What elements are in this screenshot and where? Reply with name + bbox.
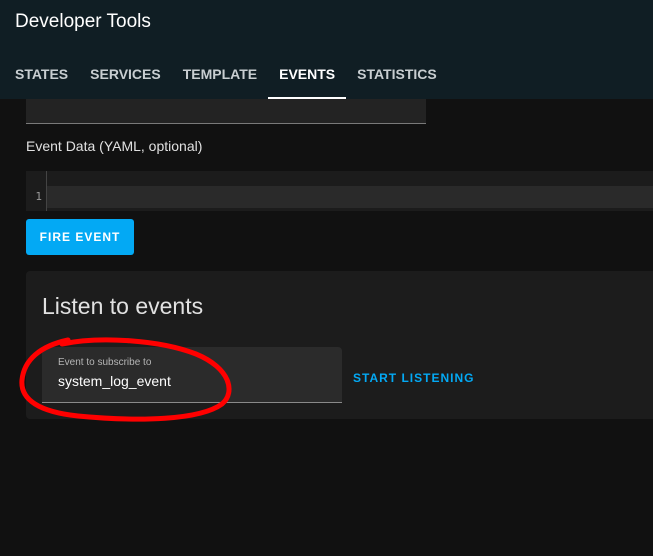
event-subscribe-field[interactable]: Event to subscribe to [42,347,342,403]
event-subscribe-input[interactable] [58,373,328,389]
page-title: Developer Tools [15,11,151,32]
main-content: Event Data (YAML, optional) 1 FIRE EVENT… [0,99,653,556]
event-subscribe-label: Event to subscribe to [58,357,152,368]
tab-events[interactable]: EVENTS [268,48,347,99]
tab-statistics[interactable]: STATISTICS [346,48,448,99]
tab-services[interactable]: SERVICES [79,48,172,99]
event-data-label: Event Data (YAML, optional) [26,138,203,154]
tab-states[interactable]: STATES [0,48,79,99]
line-number: 1 [35,190,42,203]
tab-bar: STATES SERVICES TEMPLATE EVENTS STATISTI… [0,48,448,99]
event-type-field[interactable] [26,99,426,124]
listen-events-card: Listen to events Event to subscribe to S… [26,271,653,419]
editor-active-line[interactable] [47,186,653,208]
editor-gutter: 1 [26,171,47,211]
card-title: Listen to events [42,293,204,319]
app-header: Developer Tools STATES SERVICES TEMPLATE… [0,0,653,99]
tab-template[interactable]: TEMPLATE [172,48,268,99]
fire-event-button[interactable]: FIRE EVENT [26,219,134,255]
start-listening-button[interactable]: START LISTENING [345,371,482,385]
yaml-editor[interactable]: 1 [26,171,653,211]
